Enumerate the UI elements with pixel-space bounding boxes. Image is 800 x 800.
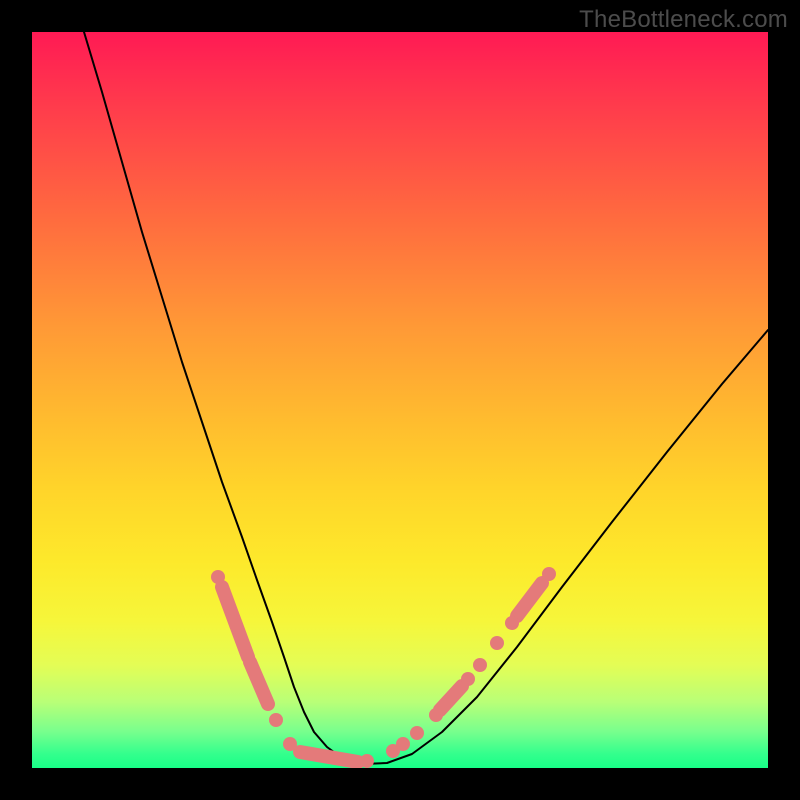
marker-segment [300,752,358,762]
marker-segment [250,662,268,704]
outer-frame: TheBottleneck.com [0,0,800,800]
marker-dot [410,726,424,740]
marker-dot [396,737,410,751]
marker-dot [505,616,519,630]
watermark-text: TheBottleneck.com [579,6,788,34]
marker-dot [461,672,475,686]
marker-dot [283,737,297,751]
marker-dot [429,708,443,722]
marker-segment [222,587,248,657]
marker-dot [211,570,225,584]
marker-dot [542,567,556,581]
marker-dot [473,658,487,672]
curve-layer [32,32,768,768]
marker-segment [440,686,462,710]
marker-dot [490,636,504,650]
bottleneck-curve [84,32,768,764]
marker-dot [360,754,374,768]
marker-dot [269,713,283,727]
marker-segment [517,583,542,616]
plot-area [32,32,768,768]
